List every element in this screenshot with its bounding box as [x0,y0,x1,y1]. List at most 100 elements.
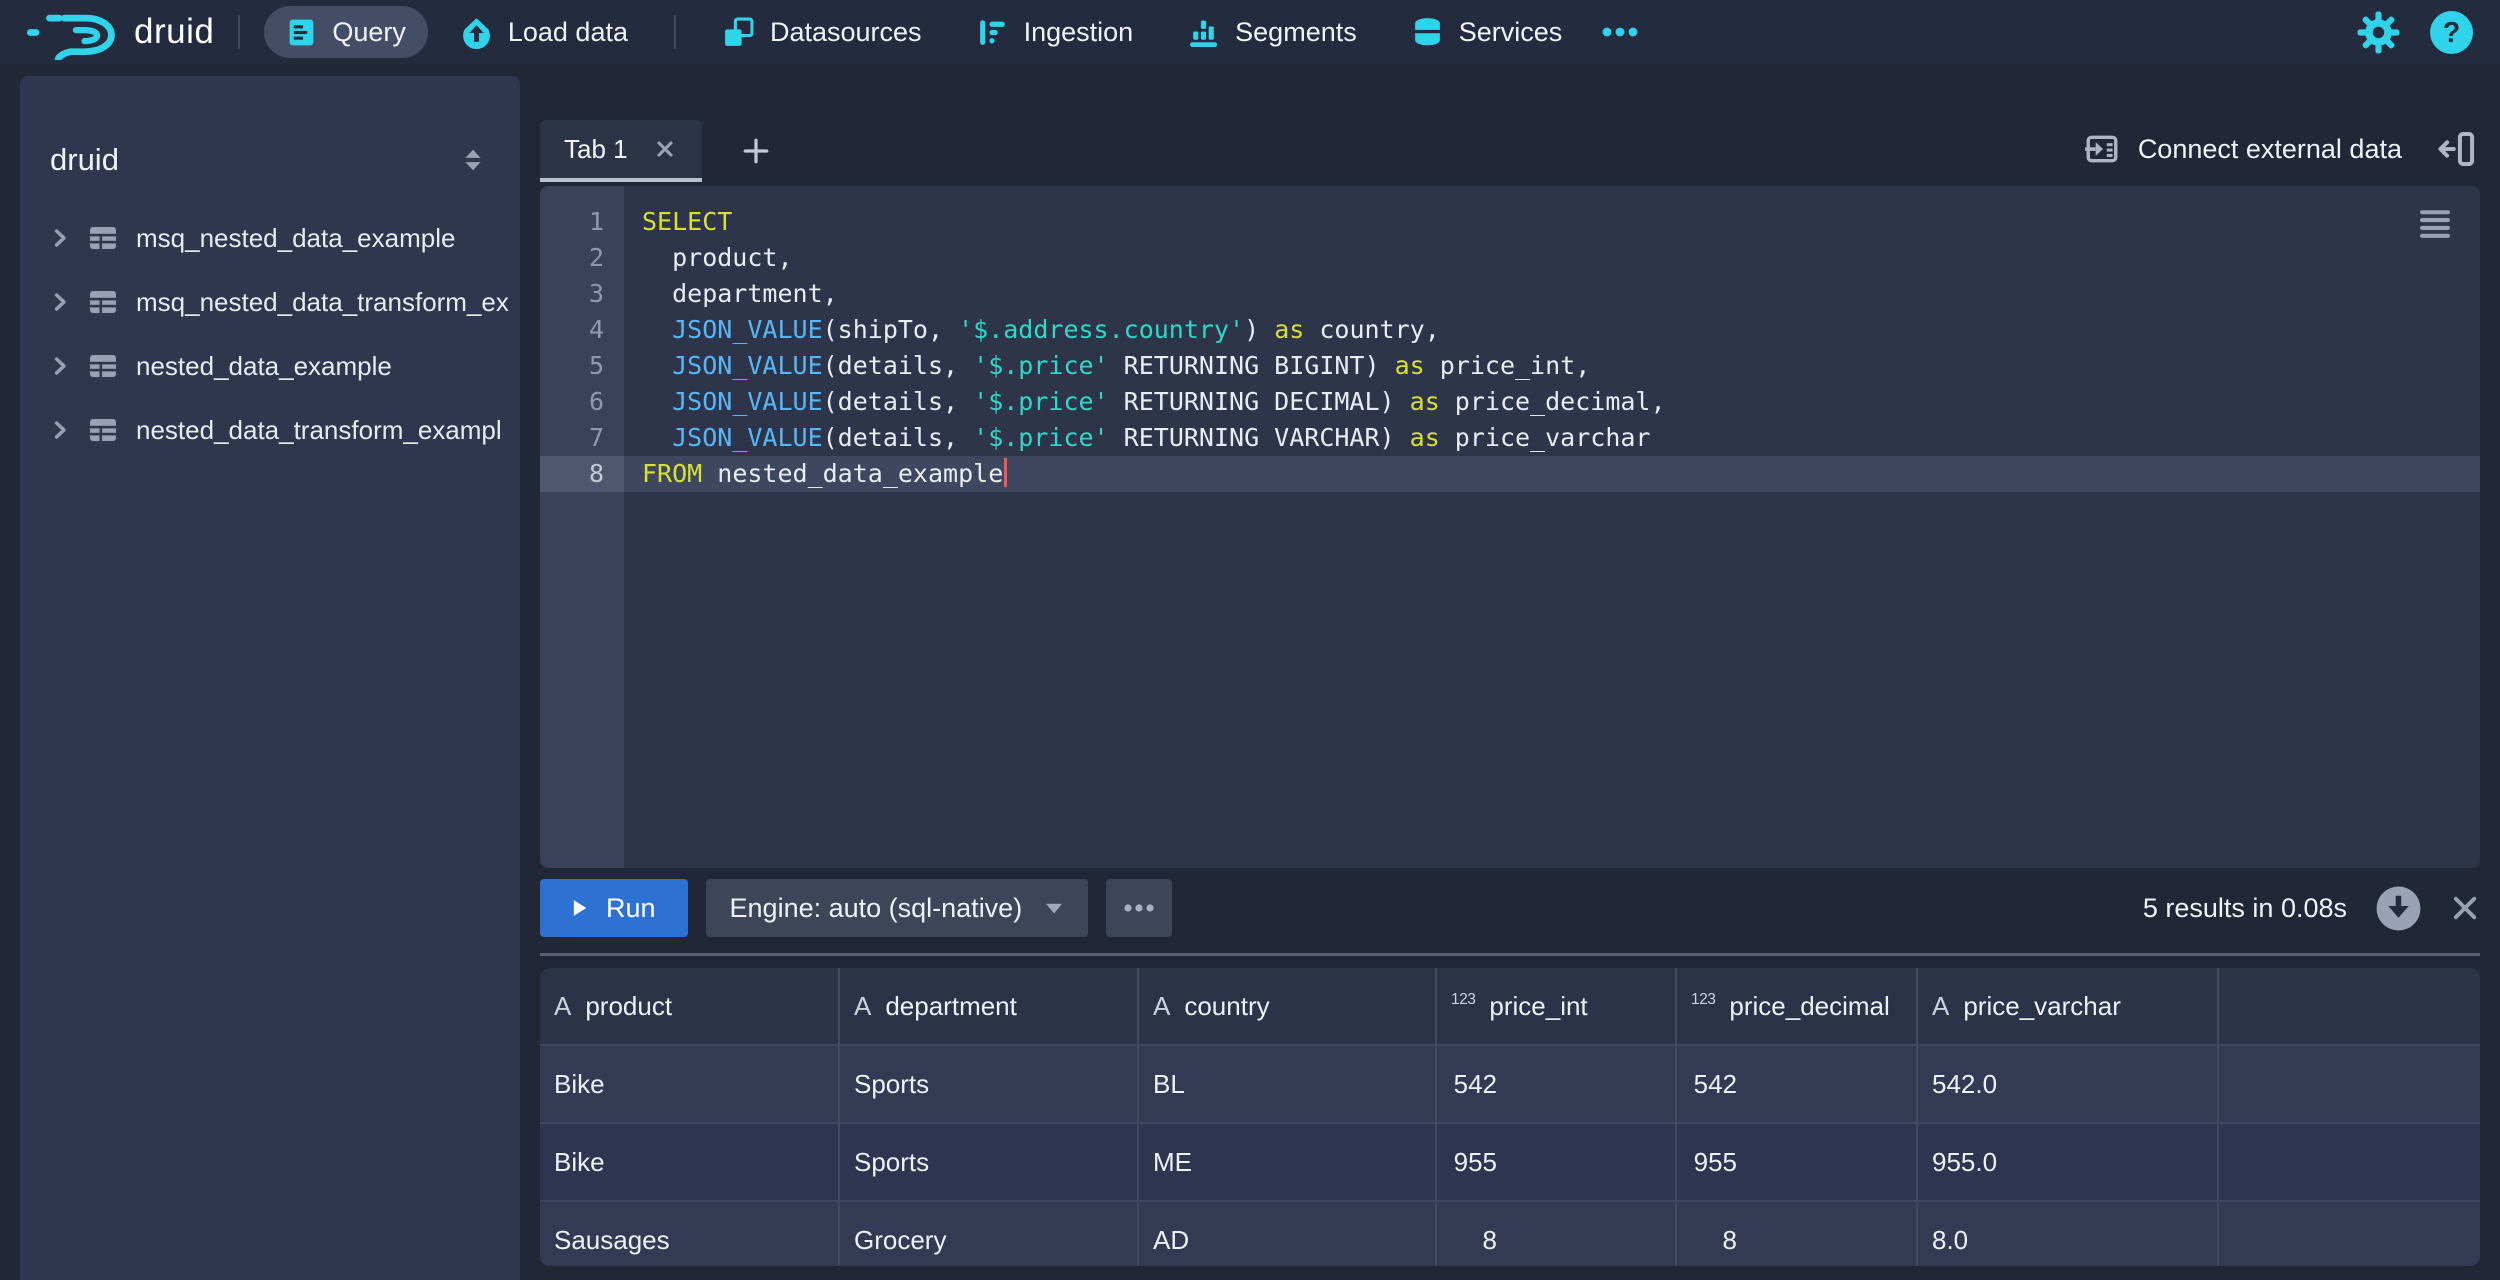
tree-item-3[interactable]: nested_data_transform_exampl [20,398,520,462]
tree-item-2[interactable]: nested_data_example [20,334,520,398]
cell-value: BL [1153,1069,1185,1100]
cell-country-3[interactable]: AD [1139,1202,1437,1266]
cell-price_varchar-1[interactable]: 542.0 [1918,1046,2219,1122]
cell-value: Bike [554,1069,605,1100]
column-header-label: price_int [1489,991,1587,1022]
connect-external-data-button[interactable]: Connect external data [2084,131,2402,167]
nav-load-data[interactable]: Load data [438,6,650,58]
hide-panel-button[interactable] [2436,129,2476,169]
column-header-price_decimal[interactable]: 123price_decimal [1677,968,1918,1044]
cell-price_int-2[interactable]: 955 [1437,1124,1677,1200]
nav-datasources-label: Datasources [770,17,922,48]
more-menu-button[interactable] [1584,6,1656,58]
cell-value: AD [1153,1225,1189,1256]
cell-price_int-3[interactable]: 8 [1437,1202,1677,1266]
cell-department-3[interactable]: Grocery [840,1202,1139,1266]
tree-item-label: msq_nested_data_example [136,223,455,254]
cell-value: Sausages [554,1225,670,1256]
tab-tab1[interactable]: Tab 1 [540,120,702,182]
query-tabbar: Tab 1 [540,120,2480,182]
string-type-icon: A [1932,991,1949,1022]
tree-item-label: nested_data_transform_exampl [136,415,502,446]
app-header: druid QueryLoad data Datasources Ingestio… [0,0,2500,64]
cell-price_decimal-2[interactable]: 955 [1677,1124,1918,1200]
cell-value: 955 [1691,1147,1737,1178]
double-caret-vertical-icon[interactable] [460,147,486,173]
results-header-row: AproductAdepartmentAcountry123price_int1… [540,968,2480,1046]
column-header-price_int[interactable]: 123price_int [1437,968,1677,1044]
code-text: JSON_VALUE(details, '$.price' RETURNING … [624,420,1650,456]
cell-price_decimal-3[interactable]: 8 [1677,1202,1918,1266]
tab-close-button[interactable] [654,138,676,160]
code-text: SELECT [624,204,732,240]
nav-services[interactable]: Services [1389,6,1585,58]
string-type-icon: A [854,991,871,1022]
results-info: 5 results in 0.08s [2143,893,2347,924]
cell-product-2[interactable]: Bike [540,1124,840,1200]
cell-price_varchar-2[interactable]: 955.0 [1918,1124,2219,1200]
sql-editor[interactable]: 1SELECT2 product,3 department,4 JSON_VAL… [540,186,2480,868]
line-number: 6 [540,384,624,420]
cell-country-1[interactable]: BL [1139,1046,1437,1122]
line-number: 4 [540,312,624,348]
column-header-label: department [885,991,1017,1022]
nav-query[interactable]: Query [264,6,428,58]
column-header-price_varchar[interactable]: Aprice_varchar [1918,968,2219,1044]
header-divider [238,15,240,49]
code-text: department, [624,276,838,312]
line-number: 3 [540,276,624,312]
settings-button[interactable] [2356,10,2401,55]
segments-icon [1187,16,1220,49]
nav-datasources[interactable]: Datasources [700,6,944,58]
tree-item-1[interactable]: msq_nested_data_transform_ex [20,270,520,334]
table-icon [88,415,118,445]
chevron-right-icon [50,356,70,376]
connect-external-data-label: Connect external data [2138,134,2402,165]
cell-product-1[interactable]: Bike [540,1046,840,1122]
run-more-button[interactable] [1106,879,1172,937]
connect-data-icon [2084,131,2120,167]
cell-value: 542 [1451,1069,1497,1100]
download-button[interactable] [2375,885,2422,932]
line-number: 1 [540,204,624,240]
string-type-icon: A [554,991,571,1022]
gear-icon [2356,10,2401,55]
engine-select-button[interactable]: Engine: auto (sql-native) [706,879,1089,937]
tree-item-label: nested_data_example [136,351,392,382]
cell-price_varchar-3[interactable]: 8.0 [1918,1202,2219,1266]
cell-department-1[interactable]: Sports [840,1046,1139,1122]
cell-product-3[interactable]: Sausages [540,1202,840,1266]
datasource-sidebar: druid msq_nested_data_examplemsq_nested_… [20,76,520,1280]
cell-value: 955 [1451,1147,1497,1178]
cell-department-2[interactable]: Sports [840,1124,1139,1200]
cell-price_int-1[interactable]: 542 [1437,1046,1677,1122]
services-icon [1411,16,1444,49]
nav-segments[interactable]: Segments [1165,6,1379,58]
run-button[interactable]: Run [540,879,688,937]
plus-icon [742,137,770,165]
chevron-right-icon [50,292,70,312]
column-header-label: product [585,991,672,1022]
secondary-nav: Datasources Ingestion Segments Services [700,6,1584,58]
run-divider [540,953,2480,956]
code-text: FROM nested_data_example [624,456,1007,492]
druid-logo[interactable]: druid [26,4,214,60]
new-tab-button[interactable] [732,129,780,173]
cell-country-2[interactable]: ME [1139,1124,1437,1200]
tab-label: Tab 1 [564,134,628,165]
code-line-1: 1SELECT [540,204,2480,240]
cell-value: 542.0 [1932,1069,1997,1100]
help-button[interactable]: ? [2429,10,2474,55]
nav-segments-label: Segments [1235,17,1357,48]
help-icon: ? [2429,10,2474,55]
close-results-button[interactable] [2450,893,2480,923]
cell-price_decimal-1[interactable]: 542 [1677,1046,1918,1122]
column-header-product[interactable]: Aproduct [540,968,840,1044]
druid-logo-icon [26,4,122,60]
editor-menu-button[interactable] [2418,208,2452,245]
nav-ingestion[interactable]: Ingestion [954,6,1156,58]
code-line-2: 2 product, [540,240,2480,276]
tree-item-0[interactable]: msq_nested_data_example [20,206,520,270]
column-header-country[interactable]: Acountry [1139,968,1437,1044]
column-header-department[interactable]: Adepartment [840,968,1139,1044]
